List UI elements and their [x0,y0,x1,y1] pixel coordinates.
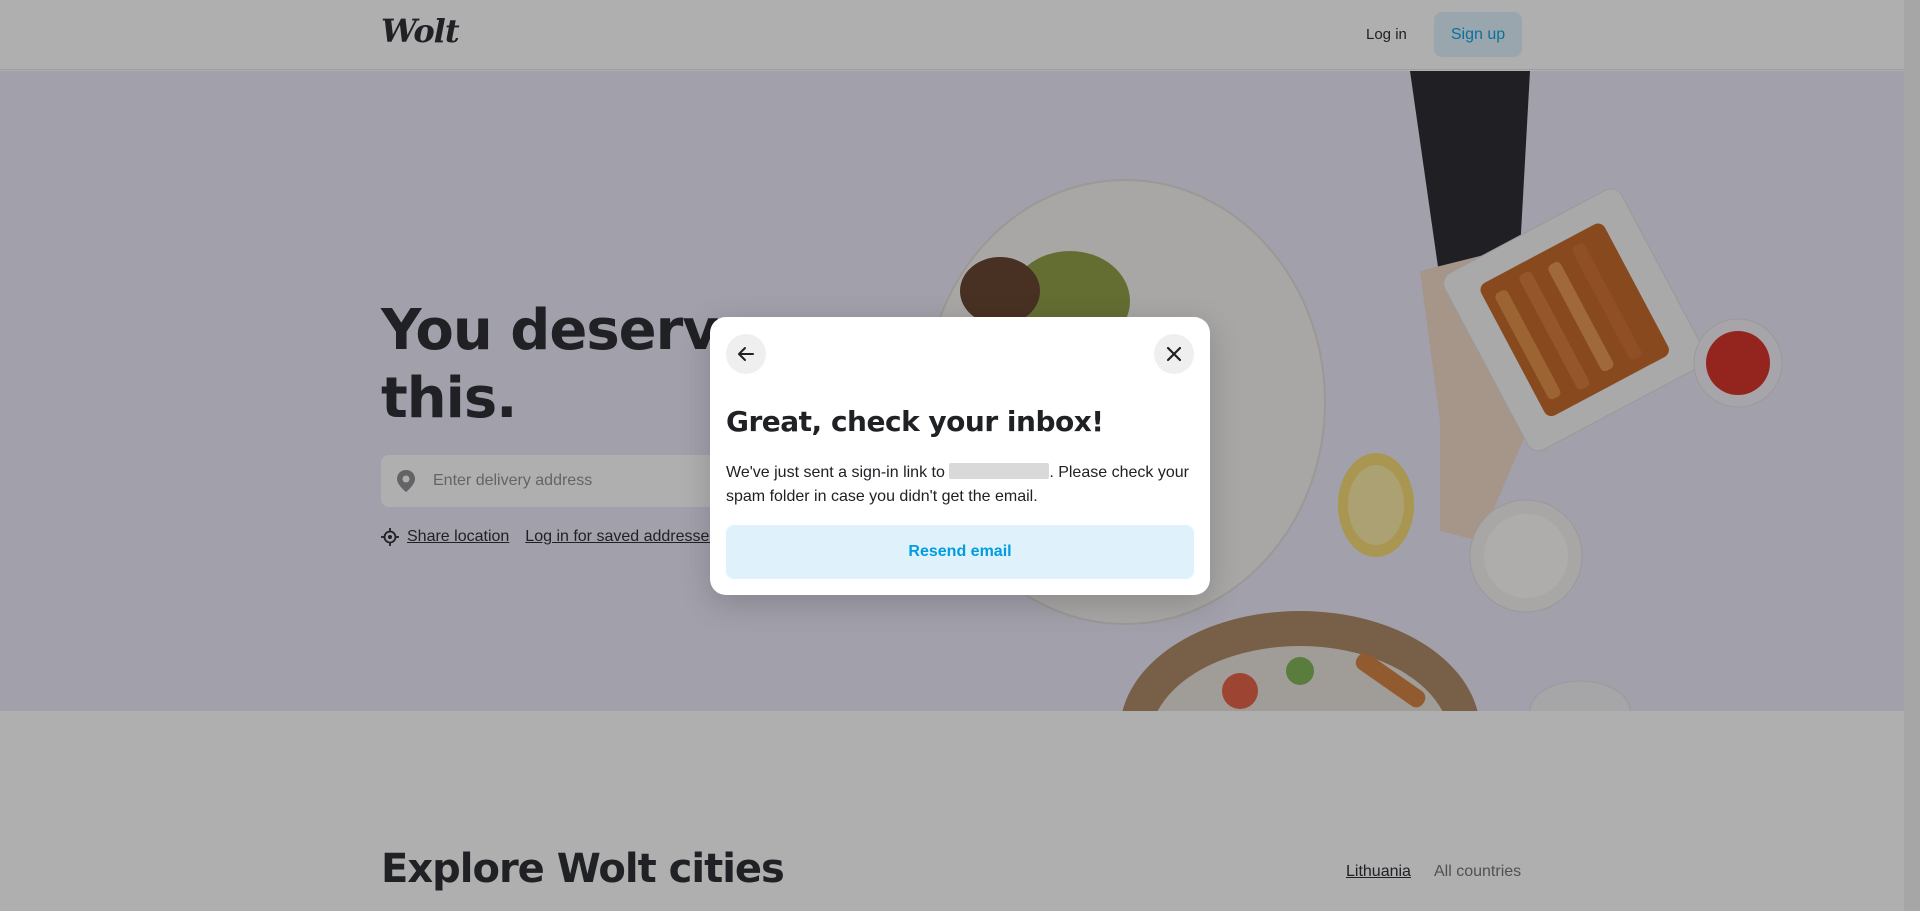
redacted-email [949,463,1050,479]
modal-title: Great, check your inbox! [726,405,1104,438]
close-button[interactable] [1154,334,1194,374]
resend-email-button[interactable]: Resend email [726,525,1194,579]
close-icon [1166,346,1182,362]
arrow-left-icon [738,347,754,361]
check-inbox-modal: Great, check your inbox! We've just sent… [710,317,1210,595]
message-prefix: We've just sent a sign-in link to [726,464,945,481]
modal-message: We've just sent a sign-in link to . Plea… [726,461,1194,509]
back-button[interactable] [726,334,766,374]
